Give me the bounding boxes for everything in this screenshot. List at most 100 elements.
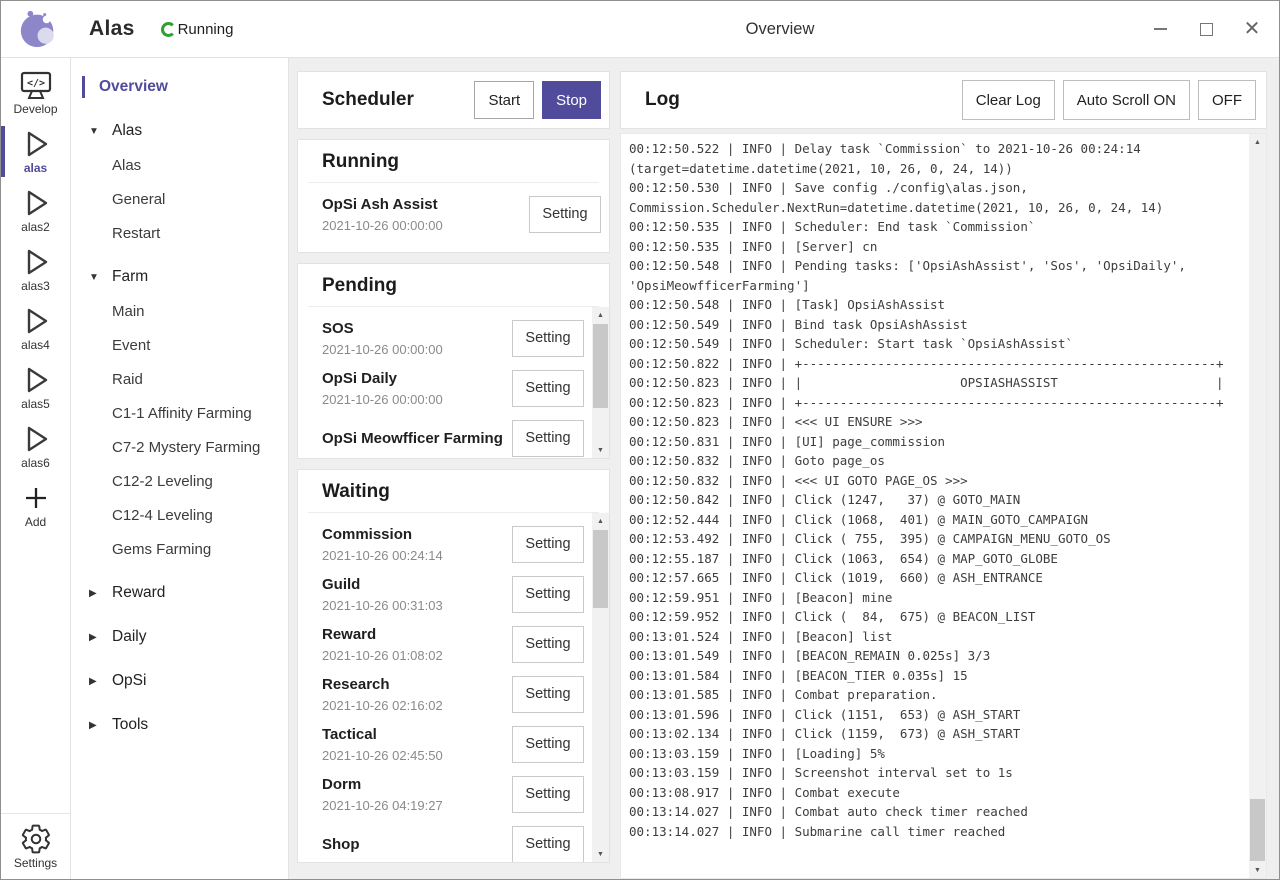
log-line: 00:13:14.027 | INFO | Combat auto check …: [629, 802, 1245, 822]
nav-item-general[interactable]: General: [71, 182, 288, 216]
nav-item-c1-1-affinity-farming[interactable]: C1-1 Affinity Farming: [71, 396, 288, 430]
task-row: Reward2021-10-26 01:08:02Setting: [322, 619, 584, 669]
pending-title: Pending: [308, 264, 599, 307]
waiting-scrollbar-thumb[interactable]: [593, 530, 608, 608]
autoscroll-off-button[interactable]: OFF: [1198, 80, 1256, 120]
nav-item-c12-4-leveling[interactable]: C12-4 Leveling: [71, 498, 288, 532]
nav-item-gems-farming[interactable]: Gems Farming: [71, 532, 288, 566]
sidebar-item-develop[interactable]: </>Develop: [1, 63, 70, 122]
log-line: 00:12:50.535 | INFO | [Server] cn: [629, 237, 1245, 257]
sidebar-item-alas4[interactable]: alas4: [1, 299, 70, 358]
setting-button[interactable]: Setting: [512, 826, 584, 863]
log-line: 00:13:01.524 | INFO | [Beacon] list: [629, 627, 1245, 647]
play-icon: [19, 128, 53, 160]
setting-button[interactable]: Setting: [512, 626, 584, 663]
scheduler-status: Running: [161, 21, 234, 38]
setting-button[interactable]: Setting: [529, 196, 601, 233]
nav-group-daily[interactable]: ▶Daily: [71, 620, 288, 654]
pending-rows: SOS2021-10-26 00:00:00SettingOpSi Daily2…: [298, 307, 592, 458]
sidebar-item-alas3[interactable]: alas3: [1, 240, 70, 299]
clear-log-button[interactable]: Clear Log: [962, 80, 1055, 120]
task-name: Reward: [322, 625, 506, 644]
scroll-down-icon[interactable]: ▼: [592, 442, 609, 458]
task-row: Commission2021-10-26 00:24:14Setting: [322, 519, 584, 569]
setting-button[interactable]: Setting: [512, 776, 584, 813]
nav-item-overview[interactable]: Overview: [71, 70, 288, 104]
nav-group-label: Tools: [112, 716, 148, 734]
scroll-up-icon[interactable]: ▲: [592, 513, 609, 529]
nav-item-c7-2-mystery-farming[interactable]: C7-2 Mystery Farming: [71, 430, 288, 464]
log-panel: 00:12:50.522 | INFO | Delay task `Commis…: [620, 133, 1267, 879]
scheduler-column: Scheduler Start Stop Running OpSi Ash As…: [297, 71, 610, 879]
task-time: 2021-10-26 04:19:27: [322, 798, 506, 814]
window-controls: ✕: [1145, 1, 1267, 57]
play-icon: [19, 364, 53, 396]
nav-item-event[interactable]: Event: [71, 328, 288, 362]
minimize-button[interactable]: [1145, 14, 1175, 44]
nav-item-restart[interactable]: Restart: [71, 216, 288, 250]
sidebar-item-alas[interactable]: alas: [1, 122, 70, 181]
sidebar-item-label: alas4: [21, 338, 50, 352]
scheduler-title: Scheduler: [322, 89, 474, 111]
code-monitor-icon: </>: [18, 70, 54, 101]
scroll-up-icon[interactable]: ▲: [592, 307, 609, 323]
nav-group-alas[interactable]: ▼Alas: [71, 114, 288, 148]
sidebar-item-settings[interactable]: Settings: [1, 813, 70, 879]
nav-item-main[interactable]: Main: [71, 294, 288, 328]
log-line: 00:13:01.596 | INFO | Click (1151, 653) …: [629, 705, 1245, 725]
sidebar-item-alas2[interactable]: alas2: [1, 181, 70, 240]
nav-item-raid[interactable]: Raid: [71, 362, 288, 396]
task-row: Research2021-10-26 02:16:02Setting: [322, 669, 584, 719]
log-scrollbar-thumb[interactable]: [1250, 799, 1265, 861]
pending-scrollbar-thumb[interactable]: [593, 324, 608, 408]
task-time: 2021-10-26 00:00:00: [322, 342, 506, 358]
setting-button[interactable]: Setting: [512, 526, 584, 563]
setting-button[interactable]: Setting: [512, 320, 584, 357]
gear-icon: [20, 823, 52, 855]
scroll-down-icon[interactable]: ▼: [592, 846, 609, 862]
task-row: Tactical2021-10-26 02:45:50Setting: [322, 719, 584, 769]
sidebar-item-alas5[interactable]: alas5: [1, 358, 70, 417]
task-row: SOS2021-10-26 00:00:00Setting: [322, 313, 584, 363]
plus-icon: [20, 482, 52, 514]
maximize-button[interactable]: [1191, 14, 1221, 44]
stop-button[interactable]: Stop: [542, 81, 601, 119]
scroll-up-icon[interactable]: ▲: [1249, 134, 1266, 150]
log-column: Log Clear Log Auto Scroll ON OFF 00:12:5…: [620, 71, 1267, 879]
pending-card: Pending SOS2021-10-26 00:00:00SettingOpS…: [297, 263, 610, 459]
task-name: OpSi Ash Assist: [322, 195, 523, 214]
sidebar-item-add[interactable]: Add: [1, 476, 70, 535]
nav-group-farm[interactable]: ▼Farm: [71, 260, 288, 294]
status-label: Running: [178, 21, 234, 38]
app-title: Alas: [89, 17, 135, 41]
log-line: 00:12:50.831 | INFO | [UI] page_commissi…: [629, 432, 1245, 452]
nav-group-reward[interactable]: ▶Reward: [71, 576, 288, 610]
setting-button[interactable]: Setting: [512, 576, 584, 613]
log-line: 00:13:08.917 | INFO | Combat execute: [629, 783, 1245, 803]
task-name: Dorm: [322, 775, 506, 794]
log-line: 00:12:50.549 | INFO | Bind task OpsiAshA…: [629, 315, 1245, 335]
nav-item-c12-2-leveling[interactable]: C12-2 Leveling: [71, 464, 288, 498]
nav-item-alas[interactable]: Alas: [71, 148, 288, 182]
play-icon: [19, 423, 53, 455]
setting-button[interactable]: Setting: [512, 676, 584, 713]
log-line: 00:12:50.522 | INFO | Delay task `Commis…: [629, 139, 1245, 159]
log-line: 00:12:50.842 | INFO | Click (1247, 37) @…: [629, 490, 1245, 510]
log-line: 00:12:59.952 | INFO | Click ( 84, 675) @…: [629, 607, 1245, 627]
log-line: 00:12:50.822 | INFO | +-----------------…: [629, 354, 1245, 374]
close-button[interactable]: ✕: [1237, 14, 1267, 44]
setting-button[interactable]: Setting: [512, 370, 584, 407]
setting-button[interactable]: Setting: [512, 726, 584, 763]
maximize-icon: [1200, 23, 1213, 36]
setting-button[interactable]: Setting: [512, 420, 584, 457]
autoscroll-on-button[interactable]: Auto Scroll ON: [1063, 80, 1190, 120]
scroll-down-icon[interactable]: ▼: [1249, 862, 1266, 878]
pending-list: SOS2021-10-26 00:00:00SettingOpSi Daily2…: [298, 307, 609, 458]
nav-group-opsi[interactable]: ▶OpSi: [71, 664, 288, 698]
start-button[interactable]: Start: [474, 81, 534, 119]
log-line: 00:12:50.548 | INFO | Pending tasks: ['O…: [629, 256, 1245, 276]
sidebar-item-alas6[interactable]: alas6: [1, 417, 70, 476]
sidebar-item-label: Add: [25, 515, 46, 529]
nav-group-tools[interactable]: ▶Tools: [71, 708, 288, 742]
log-title: Log: [645, 89, 954, 111]
